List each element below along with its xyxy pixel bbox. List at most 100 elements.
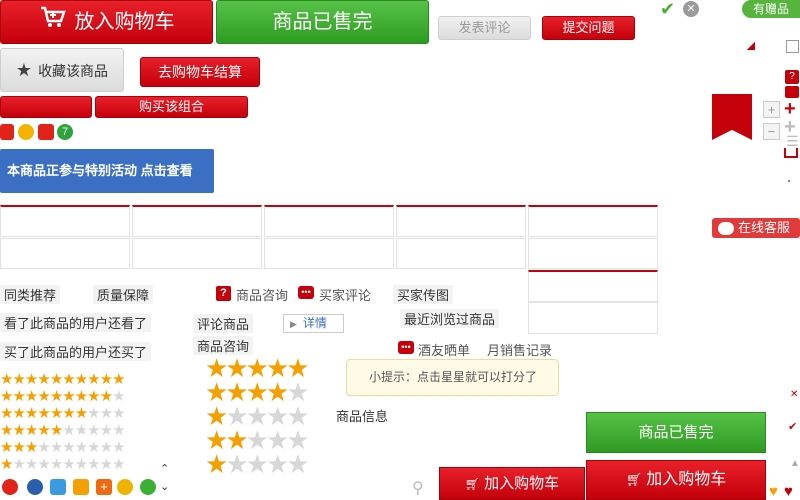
qzone-icon[interactable] [27, 479, 43, 495]
star-icon[interactable]: ★ [12, 388, 25, 405]
tab-viewed-also[interactable]: 看了此商品的用户还看了 [0, 313, 152, 332]
add-to-cart-button[interactable]: 放入购物车 [0, 0, 213, 44]
star-icon[interactable]: ★ [25, 439, 38, 456]
add-cart-small-button[interactable]: 🛒︎ 加入购物车 [439, 467, 585, 500]
zoom-out-button[interactable]: − [763, 123, 780, 140]
online-service-button[interactable]: 在线客服 [712, 218, 800, 238]
star-icon[interactable]: ★ [75, 388, 88, 405]
question-share-icon[interactable] [117, 479, 133, 495]
star-icon[interactable]: ★ [0, 371, 13, 388]
star-rating-row[interactable]: ★★★★★★★★★★ [0, 405, 126, 422]
star-icon[interactable]: ★ [246, 449, 269, 479]
star-rating-row[interactable]: ★★★★★★★★★★ [0, 371, 126, 388]
star-icon[interactable]: ★ [37, 371, 50, 388]
star-icon[interactable]: ★ [87, 405, 100, 422]
star-icon[interactable]: ★ [37, 439, 50, 456]
star-rating-row[interactable]: ★★★★★★★★★★ [0, 456, 126, 473]
tab-photos[interactable]: 买家传图 [393, 285, 454, 304]
star-icon[interactable]: ★ [0, 388, 13, 405]
big-star-rating-row[interactable]: ★★★★★ [205, 449, 310, 479]
checkout-button[interactable]: 去购物车结算 [140, 57, 260, 87]
star-icon[interactable]: ★ [25, 456, 38, 473]
star-icon[interactable]: ★ [37, 456, 50, 473]
tab-similar[interactable]: 同类推荐 [0, 285, 61, 304]
star-icon[interactable]: ★ [62, 371, 75, 388]
star-icon[interactable]: ★ [12, 439, 25, 456]
tab-friends-show[interactable]: 酒友晒单 [418, 340, 470, 359]
star-icon[interactable]: ★ [100, 388, 113, 405]
star-icon[interactable]: ★ [50, 456, 63, 473]
scroll-down-icon[interactable]: ⌄ [160, 480, 169, 493]
bookmark-ribbon[interactable] [712, 94, 752, 140]
star-icon[interactable]: ★ [37, 405, 50, 422]
star-rating-row[interactable]: ★★★★★★★★★★ [0, 388, 126, 405]
details-button[interactable]: ▶ 详情 [283, 314, 344, 333]
buy-combo-button[interactable]: 购买该组合 [95, 96, 248, 118]
star-icon[interactable]: ★ [25, 405, 38, 422]
star-icon[interactable]: ★ [37, 388, 50, 405]
star-icon[interactable]: ★ [87, 439, 100, 456]
star-icon[interactable]: ★ [50, 388, 63, 405]
star-icon[interactable]: ★ [12, 456, 25, 473]
star-icon[interactable]: ★ [62, 422, 75, 439]
star-icon[interactable]: ★ [62, 439, 75, 456]
star-icon[interactable]: ★ [62, 388, 75, 405]
sold-out-bottom-button[interactable]: 商品已售完 [586, 412, 766, 453]
star-icon[interactable]: ★ [12, 422, 25, 439]
star-icon[interactable]: ★ [87, 388, 100, 405]
star-icon[interactable]: ★ [62, 405, 75, 422]
close-icon[interactable]: ✕ [683, 1, 699, 17]
star-icon[interactable]: ★ [266, 449, 289, 479]
star-icon[interactable]: ★ [25, 422, 38, 439]
star-icon[interactable]: ★ [87, 456, 100, 473]
add-cart-large-button[interactable]: 🛒︎ 加入购物车 [586, 460, 766, 500]
star-icon[interactable]: ★ [100, 371, 113, 388]
heart-icon[interactable]: ♥ [769, 484, 778, 499]
star-icon[interactable]: ★ [0, 422, 13, 439]
star-icon[interactable]: ★ [75, 371, 88, 388]
post-review-button[interactable]: 发表评论 [438, 16, 531, 40]
star-icon[interactable]: ★ [50, 422, 63, 439]
tab-reviews[interactable]: 买家评论 [319, 285, 371, 304]
star-icon[interactable]: ★ [112, 405, 125, 422]
star-icon[interactable]: ★ [75, 456, 88, 473]
up-arrow-icon[interactable]: ▲ [790, 458, 800, 469]
cart-icon[interactable] [784, 148, 798, 158]
menu-icon[interactable]: ☰ [786, 134, 799, 148]
scroll-up-icon[interactable]: ⌃ [160, 462, 169, 475]
tab-review-product[interactable]: 评论商品 [193, 314, 254, 333]
tab-bought-also[interactable]: 买了此商品的用户还买了 [0, 342, 152, 361]
star-icon[interactable]: ★ [205, 449, 228, 479]
star-icon[interactable]: ★ [50, 439, 63, 456]
star-icon[interactable]: ★ [112, 388, 125, 405]
tab-consult[interactable]: 商品咨询 [236, 285, 288, 304]
star-icon[interactable]: ★ [75, 439, 88, 456]
ask-question-button[interactable]: 提交问题 [542, 16, 635, 40]
star-icon[interactable]: ★ [112, 456, 125, 473]
star-icon[interactable]: ★ [37, 422, 50, 439]
star-icon[interactable]: ★ [87, 371, 100, 388]
star-icon[interactable]: ★ [112, 439, 125, 456]
star-icon[interactable]: ★ [0, 405, 13, 422]
star-icon[interactable]: ★ [75, 422, 88, 439]
star-icon[interactable]: ★ [0, 456, 13, 473]
star-share-icon[interactable] [73, 479, 89, 495]
star-icon[interactable]: ★ [100, 422, 113, 439]
star-icon[interactable]: ★ [225, 449, 248, 479]
question-icon[interactable]: ? [785, 70, 799, 84]
favorite-button[interactable]: ★ 收藏该商品 [0, 48, 124, 92]
star-icon[interactable]: ★ [286, 449, 309, 479]
close-icon[interactable]: ✕ [790, 389, 798, 400]
star-icon[interactable]: ★ [100, 456, 113, 473]
wechat-icon[interactable] [140, 479, 156, 495]
star-icon[interactable]: ★ [50, 405, 63, 422]
plus-share-icon[interactable]: + [96, 479, 112, 495]
star-icon[interactable]: ★ [87, 422, 100, 439]
star-icon[interactable]: ★ [0, 439, 13, 456]
tab-quality[interactable]: 质量保障 [93, 285, 154, 304]
star-rating-row[interactable]: ★★★★★★★★★★ [0, 439, 126, 456]
star-icon[interactable]: ★ [25, 371, 38, 388]
zoom-in-button[interactable]: + [763, 101, 780, 118]
star-rating-row[interactable]: ★★★★★★★★★★ [0, 422, 126, 439]
promo-button[interactable]: 本商品正参与特别活动 点击查看 [0, 149, 214, 193]
